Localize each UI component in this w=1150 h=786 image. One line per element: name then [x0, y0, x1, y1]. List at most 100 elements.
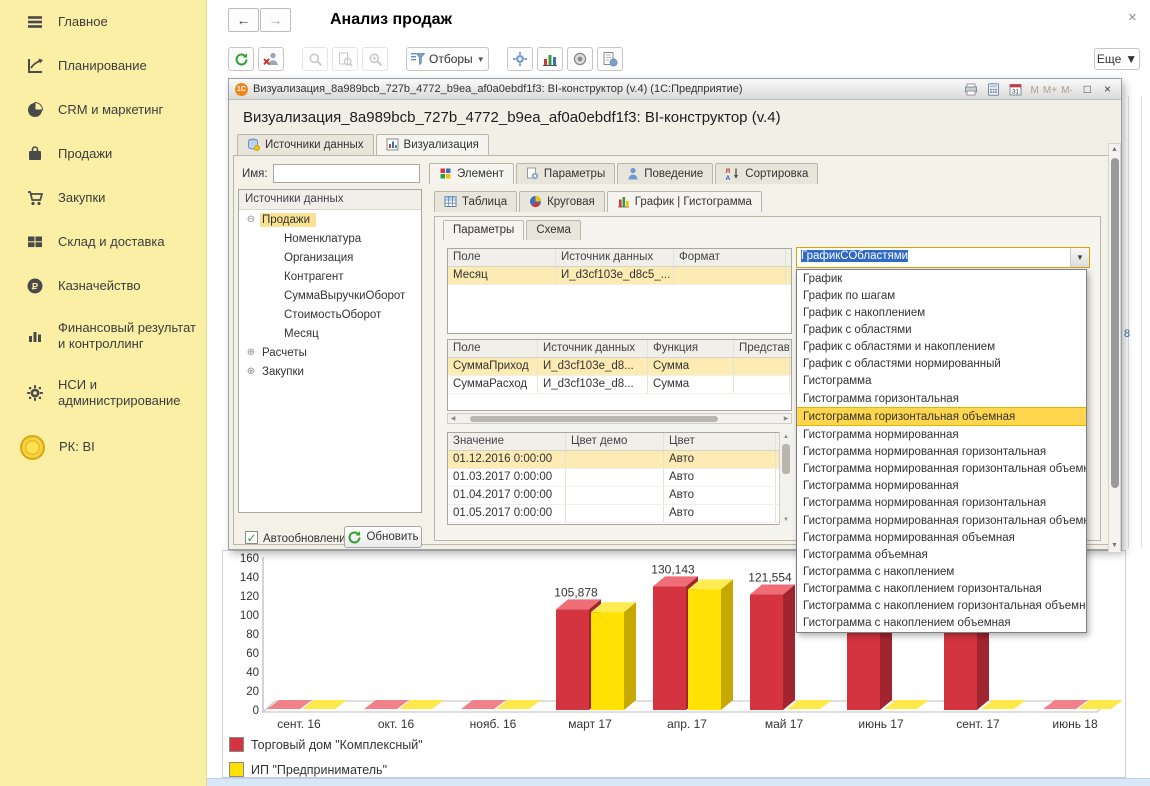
column-header[interactable]: Функция: [648, 340, 734, 357]
dropdown-item[interactable]: Гистограмма нормированная горизонтальная…: [797, 461, 1086, 478]
scrollbar-thumb[interactable]: [1111, 158, 1119, 488]
calculator-icon[interactable]: [985, 82, 1002, 97]
scroll-right-icon[interactable]: ▶: [781, 415, 791, 422]
dropdown-item[interactable]: Гистограмма с накоплением горизонтальная…: [797, 598, 1086, 615]
dropdown-item[interactable]: Гистограмма нормированная: [797, 426, 1086, 443]
sidebar-item-zakupki[interactable]: Закупки: [0, 176, 206, 220]
scroll-up-icon[interactable]: ▲: [780, 432, 792, 442]
column-header[interactable]: Поле: [448, 249, 556, 266]
refresh-data-button[interactable]: Обновить: [344, 526, 422, 548]
filters-button[interactable]: Отборы▼: [406, 47, 489, 71]
tab-таблица[interactable]: Таблица: [434, 191, 517, 212]
user-filter-button[interactable]: [258, 47, 284, 71]
scroll-up-icon[interactable]: ▲: [1109, 144, 1120, 156]
column-header[interactable]: Поле: [448, 340, 538, 357]
sidebar-item-prodazhi[interactable]: Продажи: [0, 132, 206, 176]
sidebar-item-nsi-admin[interactable]: НСИ и администрирование: [0, 365, 206, 422]
dropdown-item[interactable]: График по шагам: [797, 287, 1086, 304]
tab-поведение[interactable]: Поведение: [617, 163, 713, 184]
dropdown-item[interactable]: Гистограмма горизонтальная: [797, 390, 1086, 407]
search-button[interactable]: [302, 47, 328, 71]
report-button[interactable]: [597, 47, 623, 71]
combo-dropdown-button[interactable]: ▼: [1070, 248, 1089, 267]
column-header[interactable]: Формат: [674, 249, 786, 266]
maximize-icon[interactable]: □: [1080, 82, 1095, 96]
more-button[interactable]: Еще ▼: [1094, 48, 1140, 70]
dropdown-item[interactable]: Гистограмма нормированная объемная: [797, 529, 1086, 546]
column-header[interactable]: Цвет демо: [566, 433, 664, 450]
vertical-scrollbar[interactable]: ▲ ▼: [779, 432, 792, 525]
tab-визуализация[interactable]: Визуализация: [376, 134, 489, 155]
close-window-icon[interactable]: ×: [1128, 9, 1137, 26]
dropdown-item[interactable]: График: [797, 270, 1086, 287]
scroll-down-icon[interactable]: ▼: [780, 515, 792, 525]
dropdown-item[interactable]: Гистограмма нормированная горизонтальная: [797, 443, 1086, 460]
sidebar-item-kaznacheystvo[interactable]: PКазначейство: [0, 264, 206, 308]
expand-icon[interactable]: ⊕: [245, 366, 257, 377]
tree-item[interactable]: Контрагент: [239, 267, 421, 286]
scroll-left-icon[interactable]: ◀: [448, 415, 458, 422]
collapse-icon[interactable]: ⊖: [245, 214, 257, 225]
dropdown-item[interactable]: Гистограмма объемная: [797, 546, 1086, 563]
expand-icon[interactable]: ⊕: [245, 347, 257, 358]
sidebar-item-sklad-dostavka[interactable]: Склад и доставка: [0, 220, 206, 264]
dropdown-item[interactable]: Гистограмма с накоплением: [797, 563, 1086, 580]
tab-график-гистограмма[interactable]: График | Гистограмма: [607, 191, 762, 212]
chart-bars-button[interactable]: [537, 47, 563, 71]
chart-type-combo[interactable]: ГрафикСОбластями ▼: [796, 247, 1090, 268]
dialog-scrollbar[interactable]: ▲ ▼: [1108, 143, 1121, 553]
dropdown-item[interactable]: Гистограмма с накоплением горизонтальная: [797, 581, 1086, 598]
tree-item[interactable]: Организация: [239, 248, 421, 267]
dropdown-item[interactable]: Гистограмма с накоплением объемная: [797, 615, 1086, 632]
memory-button-m[interactable]: M: [1029, 85, 1041, 96]
calendar-icon[interactable]: 31: [1007, 82, 1024, 97]
table-row[interactable]: СуммаРасходИ_d3cf103e_d8...Сумма: [448, 376, 791, 394]
table-row[interactable]: МесяцИ_d3cf103e_d8c5_...: [448, 267, 791, 285]
scrollbar-thumb[interactable]: [470, 416, 718, 422]
column-header[interactable]: Цвет: [664, 433, 776, 450]
tree-item[interactable]: СтоимостьОборот: [239, 305, 421, 324]
memory-button-m-[interactable]: M-: [1059, 85, 1075, 96]
tree-item[interactable]: Месяц: [239, 324, 421, 343]
table-row[interactable]: 01.04.2017 0:00:00Авто: [448, 487, 791, 505]
column-header[interactable]: Представление: [734, 340, 790, 357]
forward-button[interactable]: →: [260, 8, 291, 32]
table-row[interactable]: СуммаПриходИ_d3cf103e_d8...Сумма: [448, 358, 791, 376]
memory-button-m+[interactable]: M+: [1041, 85, 1059, 96]
tree-item[interactable]: СуммаВыручкиОборот: [239, 286, 421, 305]
tree-item[interactable]: ⊕Закупки: [239, 362, 421, 381]
tree-item[interactable]: ⊕Расчеты: [239, 343, 421, 362]
search-doc-button[interactable]: [332, 47, 358, 71]
search-restore-button[interactable]: [362, 47, 388, 71]
dropdown-item[interactable]: Гистограмма нормированная горизонтальная…: [797, 512, 1086, 529]
dialog-titlebar[interactable]: 1С Визуализация_8a989bcb_727b_4772_b9ea_…: [229, 79, 1121, 100]
column-header[interactable]: Значение: [448, 433, 566, 450]
sidebar-item-planirovanie[interactable]: Планирование: [0, 44, 206, 88]
scroll-down-icon[interactable]: ▼: [1109, 540, 1120, 552]
close-dialog-icon[interactable]: ×: [1100, 82, 1115, 96]
sidebar-item-finrezultat[interactable]: Финансовый результат и контроллинг: [0, 308, 206, 365]
table-row[interactable]: 01.12.2016 0:00:00Авто: [448, 451, 791, 469]
tree-item[interactable]: ⊖Продажи: [239, 210, 421, 229]
tab-круговая[interactable]: Круговая: [519, 191, 605, 212]
horizontal-scrollbar[interactable]: ◀ ▶: [447, 413, 792, 424]
dropdown-item[interactable]: Гистограмма: [797, 373, 1086, 390]
name-input[interactable]: [273, 164, 420, 183]
dropdown-item[interactable]: График с областями: [797, 321, 1086, 338]
dropdown-item[interactable]: Гистограмма нормированная: [797, 478, 1086, 495]
refresh-button[interactable]: [228, 47, 254, 71]
tab-параметры[interactable]: Параметры: [443, 220, 524, 240]
table-row[interactable]: 01.05.2017 0:00:00Авто: [448, 505, 791, 523]
dropdown-item[interactable]: Гистограмма горизонтальная объемная: [797, 407, 1086, 426]
dropdown-item[interactable]: График с накоплением: [797, 304, 1086, 321]
tab-схема[interactable]: Схема: [526, 220, 581, 240]
tree-item[interactable]: Номенклатура: [239, 229, 421, 248]
dropdown-item[interactable]: Гистограмма нормированная горизонтальная: [797, 495, 1086, 512]
printer-icon[interactable]: [963, 82, 980, 97]
scrollbar-thumb[interactable]: [782, 444, 790, 474]
tab-параметры[interactable]: Параметры: [516, 163, 615, 184]
column-header[interactable]: Источник данных: [538, 340, 648, 357]
dropdown-item[interactable]: График с областями нормированный: [797, 356, 1086, 373]
snapshot-button[interactable]: [567, 47, 593, 71]
sidebar-item-crm-marketing[interactable]: CRM и маркетинг: [0, 88, 206, 132]
